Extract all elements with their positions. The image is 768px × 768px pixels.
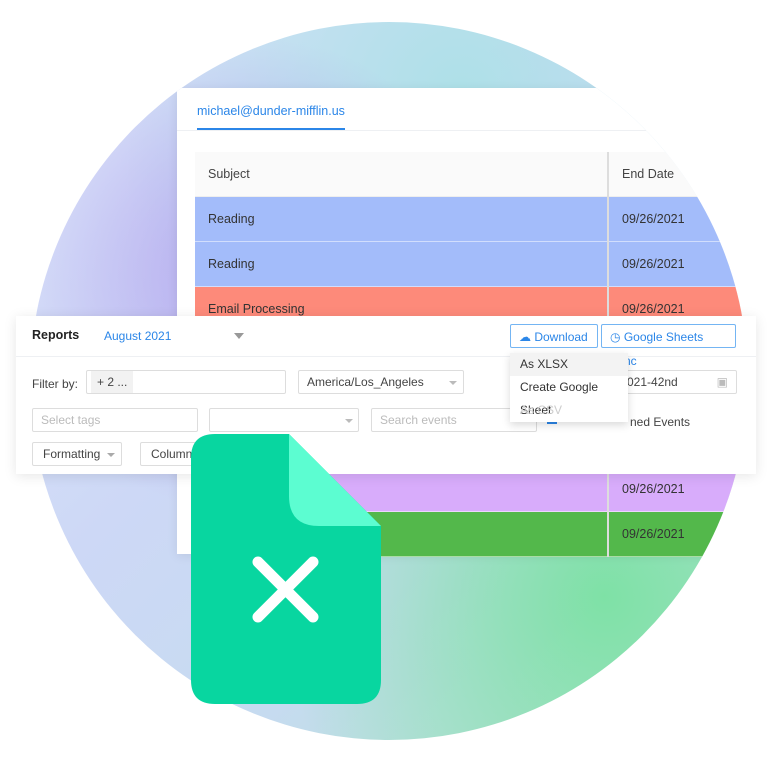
table-row[interactable]: Reading 09/26/2021 (195, 196, 748, 242)
calendar-icon: ▣ (716, 375, 728, 389)
cell-subject: Reading (195, 196, 609, 242)
reports-header: Reports August 2021 ☁ Download ◷ Google … (16, 316, 756, 368)
category-select[interactable] (209, 408, 359, 432)
account-tab[interactable]: michael@dunder-mifflin.us (197, 104, 345, 130)
date-range-input[interactable]: 021-42nd ▣ (620, 370, 737, 394)
menu-item-xlsx[interactable]: As XLSX (510, 353, 628, 376)
cell-end-date: 09/26/2021 (608, 196, 748, 242)
tab-divider (177, 130, 748, 131)
clock-icon: ◷ (610, 330, 621, 344)
filter-chip[interactable]: + 2 ... (91, 371, 134, 393)
filter-label: Filter by: (32, 377, 79, 391)
formatting-dropdown[interactable]: Formatting (32, 442, 122, 466)
search-placeholder: Search events (380, 413, 457, 427)
chevron-down-icon (449, 381, 457, 385)
reports-title: Reports (32, 328, 80, 342)
chevron-down-icon[interactable] (234, 333, 244, 339)
excel-file-icon (191, 434, 381, 704)
download-label: Download (534, 330, 588, 344)
cell-end-date: 09/26/2021 (608, 241, 748, 287)
header-subject[interactable]: Subject (195, 152, 609, 197)
cell-subject: Reading (195, 241, 609, 287)
month-selector[interactable]: August 2021 (104, 329, 171, 343)
cloud-download-icon: ☁ (519, 330, 531, 344)
timezone-select[interactable]: America/Los_Angeles (298, 370, 464, 394)
date-range-value: 021-42nd (627, 375, 678, 389)
timezone-value: America/Los_Angeles (307, 375, 424, 389)
download-menu: As XLSX Create Google Sheet As CSV (510, 353, 628, 422)
cell-end-date: 09/26/2021 (608, 511, 748, 557)
reports-panel: Reports August 2021 ☁ Download ◷ Google … (16, 316, 756, 474)
menu-item-csv: As CSV (520, 403, 563, 417)
table-header-row: Subject End Date (195, 152, 748, 197)
filter-input[interactable]: + 2 ... (86, 370, 286, 394)
tags-input[interactable]: Select tags (32, 408, 198, 432)
chevron-down-icon (107, 453, 115, 457)
menu-item-google-sheet[interactable]: Create Google Sheet (510, 376, 628, 417)
table-row[interactable]: Reading 09/26/2021 (195, 241, 748, 287)
formatting-label: Formatting (43, 447, 101, 461)
google-sheets-sync-button[interactable]: ◷ Google Sheets Sync (601, 324, 736, 368)
tags-placeholder: Select tags (41, 413, 101, 427)
download-button[interactable]: ☁ Download (510, 324, 598, 348)
chevron-down-icon (345, 419, 353, 423)
events-label: ned Events (630, 415, 691, 429)
header-end-date[interactable]: End Date (608, 152, 748, 197)
